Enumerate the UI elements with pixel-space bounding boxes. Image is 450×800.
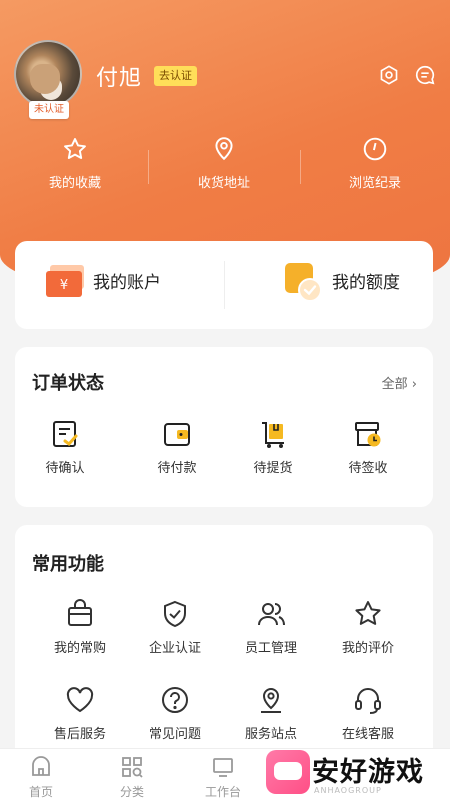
settings-icon[interactable] (378, 64, 400, 86)
star-icon (64, 138, 86, 159)
tool-label: 员工管理 (244, 641, 297, 656)
tool-frequent-purchases[interactable]: 我的常购 (32, 599, 128, 656)
clipboard-check-icon (53, 421, 78, 447)
heart-icon (66, 687, 94, 713)
tool-label: 企业认证 (148, 641, 201, 656)
tool-label: 售后服务 (53, 727, 106, 742)
order-pending-receipt[interactable]: 待签收 (320, 419, 416, 476)
quick-link-label: 收货地址 (197, 176, 250, 191)
monitor-icon (213, 758, 233, 777)
order-pending-payment[interactable]: 待付款 (129, 419, 225, 476)
order-pending-pickup[interactable]: 待提货 (225, 419, 321, 476)
order-status-label: 待提货 (253, 461, 293, 476)
my-account-button[interactable]: ¥ 我的账户 (15, 241, 224, 329)
shield-check-icon (164, 600, 186, 628)
headset-icon (355, 688, 381, 714)
order-status-label: 待付款 (157, 461, 197, 476)
tool-online-support[interactable]: 在线客服 (320, 685, 416, 742)
tab-label: 首页 (28, 785, 53, 799)
svg-text:¥: ¥ (60, 278, 68, 293)
username: 付旭 (96, 66, 143, 91)
status-badge: 未认证 (29, 101, 69, 119)
tab-label: 工作台 (204, 785, 241, 799)
quick-link-favorites[interactable]: 我的收藏 (0, 130, 150, 200)
home-icon (32, 756, 50, 776)
clock-icon (363, 137, 387, 161)
account-card: ¥ 我的账户 我的额度 (15, 241, 433, 329)
tool-faq[interactable]: 常见问题 (127, 685, 223, 742)
tool-after-sales[interactable]: 售后服务 (32, 685, 128, 742)
tab-home[interactable]: 首页 (6, 755, 76, 800)
quick-link-label: 我的收藏 (48, 176, 101, 191)
wallet-icon (164, 423, 190, 446)
star-outline-icon (355, 601, 381, 625)
order-status-card: 订单状态 全部 › 待确认 待付款 待提货 待签收 (15, 347, 433, 507)
tab-label: 分类 (119, 785, 144, 799)
cart-box-icon (262, 422, 284, 448)
tool-label: 我的评价 (341, 641, 394, 656)
question-icon (162, 687, 188, 713)
users-icon (258, 603, 285, 626)
tool-my-reviews[interactable]: 我的评价 (320, 599, 416, 656)
quick-link-history[interactable]: 浏览纪录 (300, 130, 450, 200)
watermark: 安好游戏 ANHAOGROUP (262, 746, 450, 800)
avatar[interactable] (14, 40, 82, 108)
my-quota-button[interactable]: 我的额度 (224, 241, 433, 329)
tool-staff-management[interactable]: 员工管理 (223, 599, 319, 656)
quick-link-address[interactable]: 收货地址 (149, 130, 299, 200)
watermark-logo (266, 750, 310, 794)
quick-link-label: 浏览纪录 (348, 176, 401, 191)
order-status-label: 待签收 (348, 461, 388, 476)
category-icon (122, 757, 143, 778)
my-quota-label: 我的额度 (332, 273, 400, 293)
shopping-bag-icon (68, 599, 92, 626)
location-pin-icon (215, 137, 233, 161)
order-pending-confirm[interactable]: 待确认 (17, 419, 113, 476)
tool-service-stations[interactable]: 服务站点 (223, 685, 319, 742)
order-status-label: 待确认 (45, 461, 85, 476)
verify-button[interactable]: 去认证 (154, 66, 197, 86)
account-card-icon: ¥ (46, 265, 84, 297)
tab-category[interactable]: 分类 (97, 755, 167, 800)
watermark-subtext: ANHAOGROUP (314, 786, 382, 795)
my-account-label: 我的账户 (93, 273, 161, 293)
tool-enterprise-verification[interactable]: 企业认证 (127, 599, 223, 656)
watermark-text: 安好游戏 (312, 757, 424, 788)
map-pin-icon (261, 688, 281, 713)
view-all-label: 全部 (381, 377, 408, 392)
tool-label: 在线客服 (341, 727, 394, 742)
box-clock-icon (355, 422, 381, 447)
tab-workbench[interactable]: 工作台 (188, 755, 258, 800)
tool-label: 常见问题 (148, 727, 201, 742)
view-all-orders-link[interactable]: 全部 › (382, 373, 417, 392)
tool-label: 服务站点 (244, 727, 297, 742)
tool-label: 我的常购 (53, 641, 106, 656)
section-title: 常用功能 (32, 554, 104, 575)
chevron-right-icon: › (407, 377, 417, 392)
section-title: 订单状态 (32, 373, 104, 394)
message-icon[interactable] (414, 64, 436, 86)
quota-icon (285, 263, 322, 302)
common-functions-card: 常用功能 我的常购 企业认证 员工管理 我的评价 售后服务 常见问题 服务站点 … (15, 525, 433, 770)
